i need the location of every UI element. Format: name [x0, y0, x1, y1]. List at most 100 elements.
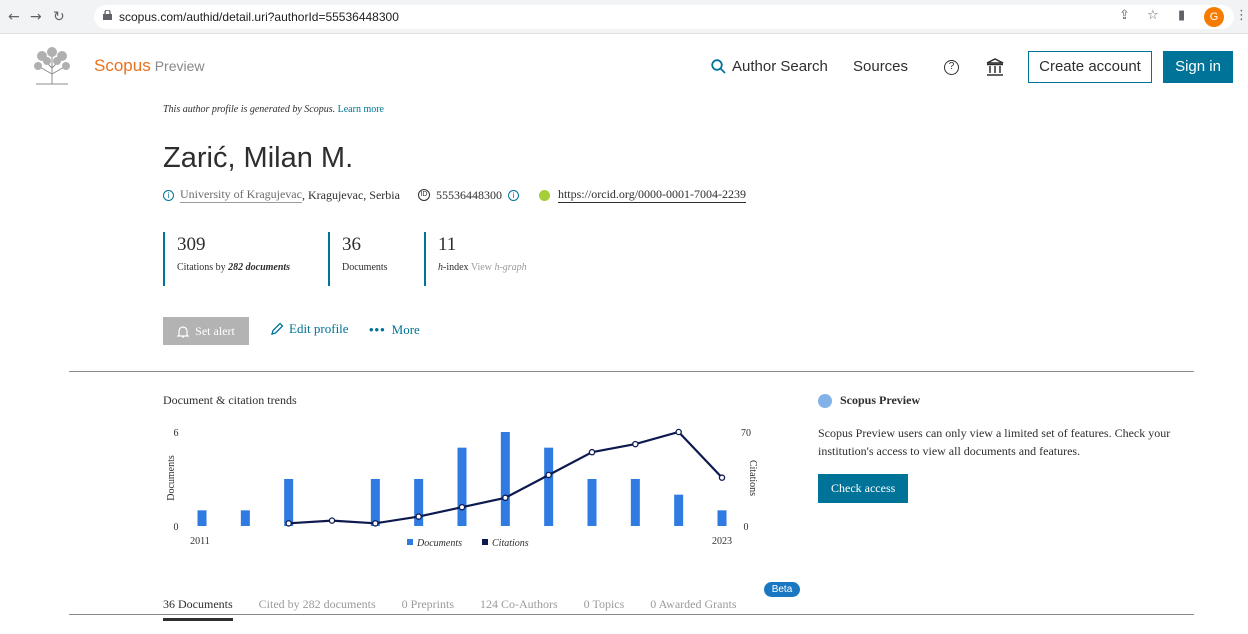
metric-label-prefix: Citations by — [177, 262, 226, 273]
citations-point — [415, 513, 422, 520]
y-axis-left-label: Documents — [166, 455, 177, 501]
metric-value: 11 — [438, 234, 457, 255]
tab-preprints[interactable]: 0 Preprints — [402, 597, 454, 621]
beta-badge: Beta — [764, 582, 800, 597]
bar — [457, 447, 467, 526]
x-tick-label: 2023 — [712, 536, 732, 547]
bar — [587, 479, 597, 526]
star-icon[interactable]: ☆ — [1147, 8, 1159, 23]
preview-header: Scopus Preview — [818, 393, 1188, 408]
bell-icon — [177, 325, 190, 338]
view-word: View — [470, 262, 492, 273]
scopus-preview-icon — [818, 393, 832, 408]
share-icon[interactable]: ⇪ — [1119, 8, 1130, 23]
citations-point — [372, 520, 379, 527]
learn-more-link[interactable]: Learn more — [338, 104, 384, 115]
right-tick-label: 70 — [741, 428, 751, 439]
citations-point — [285, 520, 292, 527]
scopus-id-icon: ID — [417, 189, 430, 201]
scopus-brand[interactable]: Scopus Preview — [94, 56, 205, 76]
orcid-icon — [538, 189, 550, 201]
create-account-button[interactable]: Create account — [1028, 51, 1152, 83]
author-search-label: Author Search — [732, 58, 828, 75]
citations-point — [632, 440, 639, 448]
back-arrow-icon[interactable]: ← — [8, 9, 20, 25]
metric-label: h-index View h-graph — [438, 262, 527, 273]
x-tick-label: 2011 — [190, 536, 210, 547]
more-button[interactable]: ••• More — [369, 322, 420, 338]
metric-label: Documents — [342, 262, 388, 273]
section-divider — [69, 371, 1194, 372]
metric-label: Citations by 282 documents — [177, 262, 290, 273]
metric-value: 309 — [177, 234, 206, 255]
bar — [717, 510, 727, 526]
profile-tabs: 36 Documents Cited by 282 documents 0 Pr… — [163, 597, 763, 621]
orcid-link[interactable]: https://orcid.org/0000-0001-7004-2239 — [557, 187, 747, 203]
bar — [544, 447, 554, 526]
bar — [500, 432, 510, 526]
pencil-icon — [271, 322, 284, 335]
brand-sub: Preview — [154, 58, 205, 74]
preview-title: Scopus Preview — [840, 393, 921, 407]
edit-profile-button[interactable]: Edit profile — [270, 321, 349, 337]
document-citation-chart: 6 0 70 0 Documents Citations 2011 2023 Documents… — [166, 428, 758, 549]
menu-kebab-icon[interactable]: ⋮ — [1235, 8, 1248, 23]
author-search-link[interactable]: Author Search — [711, 58, 828, 75]
set-alert-button[interactable]: Set alert — [163, 317, 249, 345]
citations-point — [545, 471, 552, 479]
search-icon — [711, 59, 726, 74]
affiliation-link[interactable]: University of Kragujevac — [180, 187, 302, 203]
help-icon[interactable]: ? — [944, 60, 959, 75]
reload-icon[interactable]: ↻ — [53, 9, 65, 25]
profile-avatar[interactable]: G — [1204, 7, 1224, 27]
sources-link[interactable]: Sources — [853, 58, 908, 75]
set-alert-label: Set alert — [195, 323, 235, 338]
citations-point — [458, 503, 466, 511]
chart-title: Document & citation trends — [163, 393, 297, 407]
left-tick-label: 0 — [174, 522, 179, 533]
info-icon[interactable]: i — [163, 189, 174, 201]
left-tick-label: 6 — [174, 428, 179, 439]
legend-swatch-citations — [482, 539, 488, 545]
metric-citations[interactable]: 309 Citations by 282 documents — [163, 232, 290, 286]
edit-profile-label: Edit profile — [289, 321, 349, 336]
sign-in-button[interactable]: Sign in — [1163, 51, 1233, 83]
tab-documents[interactable]: 36 Documents — [163, 597, 233, 621]
institution-icon[interactable] — [985, 57, 1005, 77]
y-axis-right-label: Citations — [747, 460, 758, 496]
tab-cited-by[interactable]: Cited by 282 documents — [259, 597, 376, 621]
tab-topics[interactable]: 0 Topics — [584, 597, 625, 621]
elsevier-logo-icon[interactable] — [30, 44, 74, 88]
metric-documents[interactable]: 36 Documents — [328, 232, 388, 286]
scopus-preview-panel: Scopus Preview Scopus Preview users can … — [818, 393, 1188, 503]
right-tick-label: 0 — [744, 522, 749, 533]
brand-name: Scopus — [94, 56, 151, 75]
location-text: , Kragujevac, Serbia — [301, 187, 400, 202]
view-h-graph-link[interactable]: View h-graph — [471, 262, 527, 273]
profile-note-text: This author profile is generated by Scop… — [163, 104, 336, 115]
tabs-divider — [69, 614, 1194, 615]
scopus-id: 55536448300 — [435, 187, 502, 202]
browser-toolbar: ← → ↻ scopus.com/authid/detail.uri?autho… — [0, 0, 1248, 34]
citations-point — [328, 517, 336, 524]
bar — [197, 510, 207, 526]
lock-icon — [103, 10, 112, 20]
preview-text: Scopus Preview users can only view a lim… — [818, 426, 1171, 458]
tab-co-authors[interactable]: 124 Co-Authors — [480, 597, 558, 621]
url-text[interactable]: scopus.com/authid/detail.uri?authorId=55… — [119, 10, 399, 24]
tab-awarded-grants[interactable]: 0 Awarded Grants — [650, 597, 736, 621]
metric-h-index[interactable]: 11 h-index View h-graph — [424, 232, 527, 286]
citations-point — [588, 448, 596, 456]
author-name: Zarić, Milan M. — [163, 142, 354, 174]
legend-swatch-documents — [407, 539, 413, 545]
check-access-button[interactable]: Check access — [818, 474, 909, 503]
h-index-suffix: -index — [443, 262, 469, 273]
metric-label-emph: 282 documents — [228, 262, 291, 273]
forward-arrow-icon[interactable]: → — [30, 9, 42, 25]
legend-label-citations: Citations — [492, 538, 529, 549]
side-panel-icon[interactable]: ▮ — [1178, 8, 1185, 23]
affiliation-row: i University of Kragujevac , Kragujevac,… — [163, 187, 747, 203]
citations-point — [675, 428, 682, 436]
bar — [240, 510, 250, 526]
scopus-id-info-icon[interactable]: i — [507, 189, 519, 201]
